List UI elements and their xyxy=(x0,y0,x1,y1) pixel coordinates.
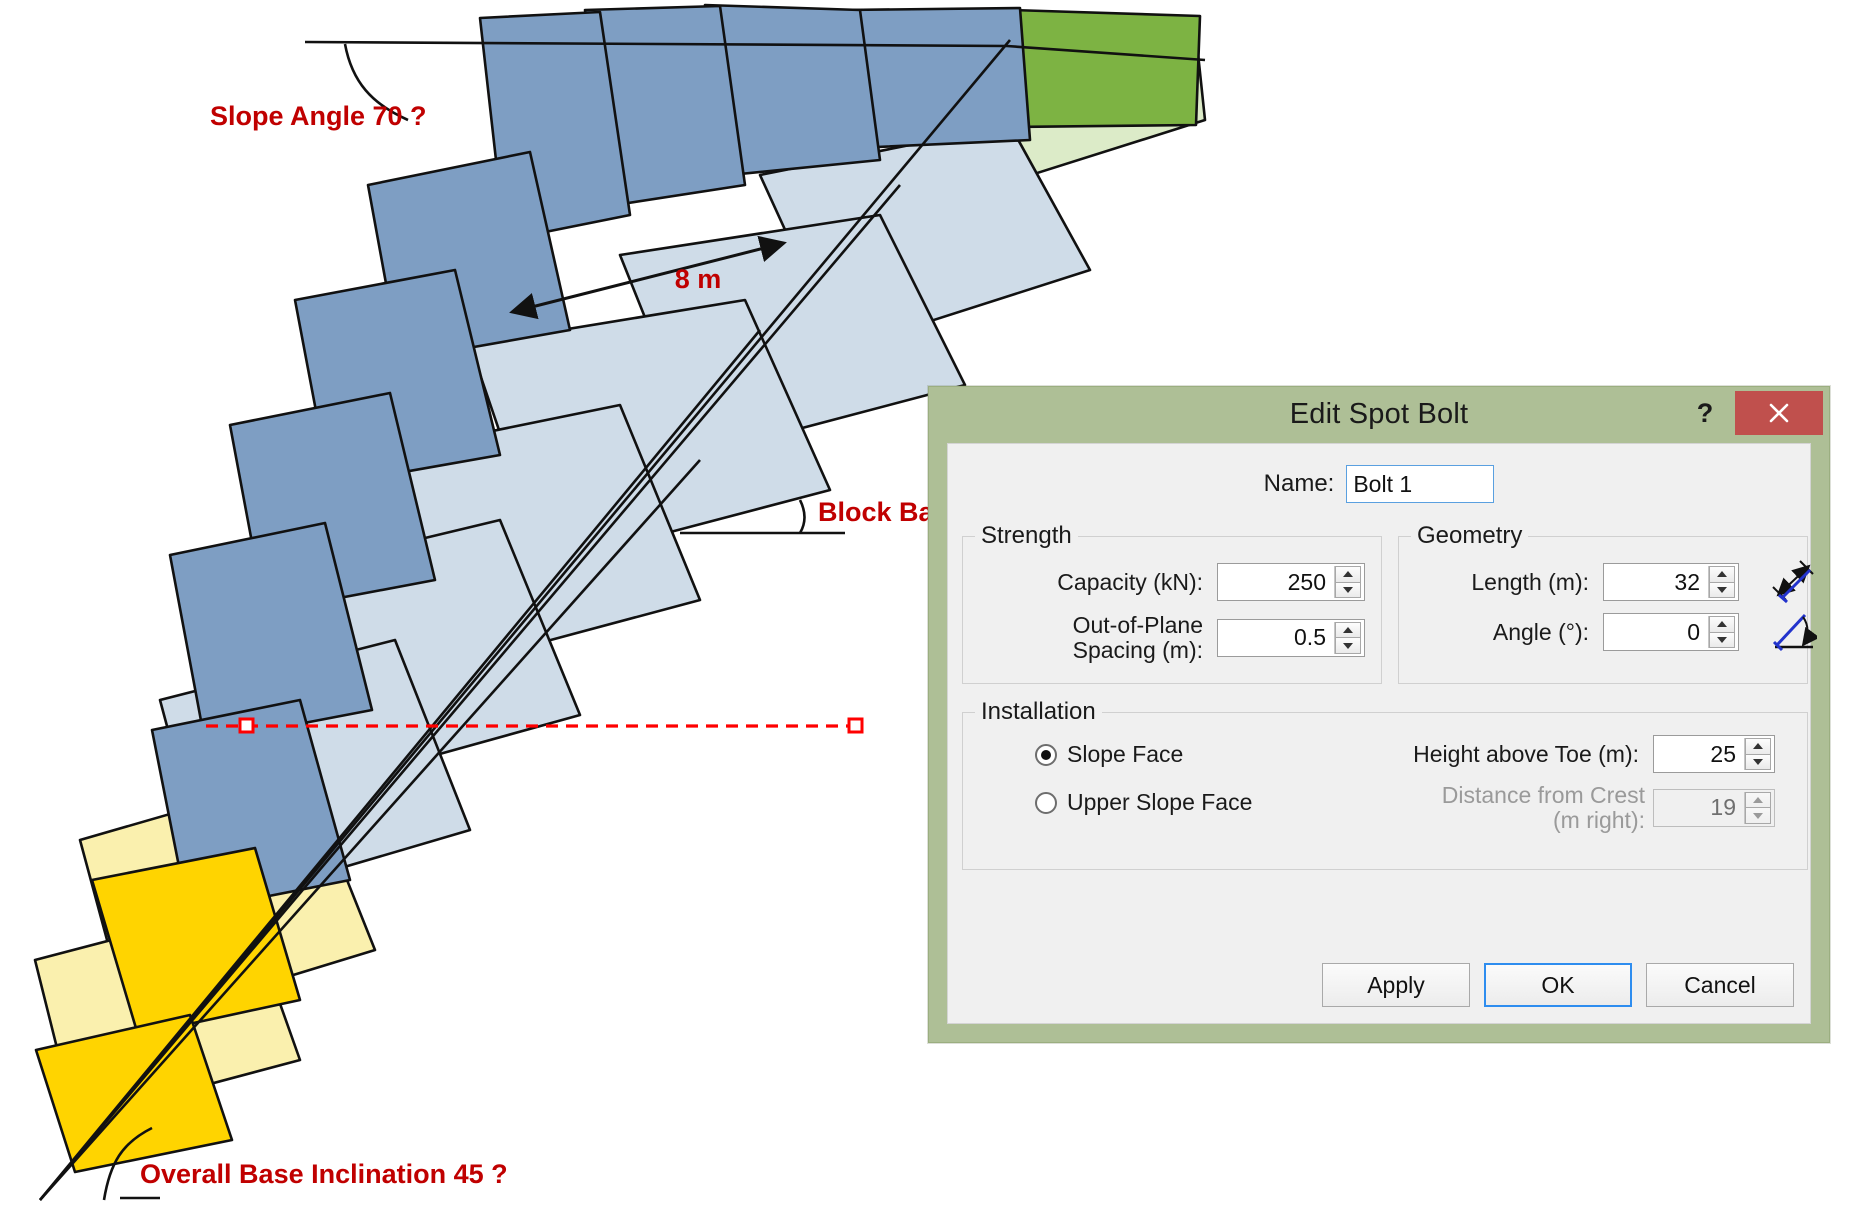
dialog-body: Name: Strength Capacity (kN): Out-of-Pla… xyxy=(947,443,1811,1024)
distance-from-crest-row: Distance from Crest (m right): xyxy=(1263,783,1775,833)
length-label: Length (m): xyxy=(1471,570,1589,595)
length-spin-buttons[interactable] xyxy=(1708,566,1735,598)
slope-face-label: Slope Face xyxy=(1067,741,1183,768)
out-of-plane-row: Out-of-Plane Spacing (m): xyxy=(981,613,1365,663)
apply-button[interactable]: Apply xyxy=(1322,963,1470,1007)
name-input[interactable] xyxy=(1346,465,1494,503)
out-of-plane-spin-up[interactable] xyxy=(1335,622,1361,639)
distance-from-crest-spin-up xyxy=(1745,792,1771,809)
length-row: Length (m): xyxy=(1409,563,1739,601)
strength-group-title: Strength xyxy=(975,522,1078,550)
height-above-toe-input[interactable] xyxy=(1654,736,1744,772)
upper-slope-face-radio-icon[interactable] xyxy=(1035,792,1057,814)
geometry-group: Geometry Length (m): Angl xyxy=(1398,536,1808,684)
overall-base-label: Overall Base Inclination 45 ? xyxy=(140,1159,508,1189)
capacity-spin-up[interactable] xyxy=(1335,566,1361,583)
height-above-toe-spin-down[interactable] xyxy=(1745,755,1771,771)
name-label: Name: xyxy=(1264,470,1335,498)
upper-slope-face-label: Upper Slope Face xyxy=(1067,789,1252,816)
spacing-label: 8 m xyxy=(675,264,722,294)
height-above-toe-label: Height above Toe (m): xyxy=(1413,742,1639,767)
bolt-length-icon[interactable] xyxy=(1769,557,1817,605)
installation-group: Installation Slope Face Upper Slope Face… xyxy=(962,712,1808,870)
distance-from-crest-label: Distance from Crest (m right): xyxy=(1442,783,1645,833)
close-button[interactable] xyxy=(1735,391,1823,435)
ok-button[interactable]: OK xyxy=(1484,963,1632,1007)
angle-spin-down[interactable] xyxy=(1709,633,1735,649)
capacity-input[interactable] xyxy=(1218,564,1334,600)
height-above-toe-row: Height above Toe (m): xyxy=(1263,735,1775,773)
dialog-button-bar: Apply OK Cancel xyxy=(1322,963,1794,1007)
length-input[interactable] xyxy=(1604,564,1708,600)
edit-spot-bolt-dialog: Edit Spot Bolt ? Name: Strength Capacity… xyxy=(928,386,1830,1043)
angle-stepper[interactable] xyxy=(1603,613,1739,651)
strength-group: Strength Capacity (kN): Out-of-Plane Spa… xyxy=(962,536,1382,684)
height-above-toe-stepper[interactable] xyxy=(1653,735,1775,773)
length-spin-up[interactable] xyxy=(1709,566,1735,583)
slope-face-radio-icon[interactable] xyxy=(1035,744,1057,766)
angle-row: Angle (°): xyxy=(1409,613,1739,651)
angle-spin-up[interactable] xyxy=(1709,616,1735,633)
angle-label: Angle (°): xyxy=(1493,620,1589,645)
distance-from-crest-spin-buttons xyxy=(1744,792,1771,824)
length-stepper[interactable] xyxy=(1603,563,1739,601)
out-of-plane-spin-down[interactable] xyxy=(1335,638,1361,654)
distance-from-crest-input xyxy=(1654,790,1744,826)
radio-upper-slope-face[interactable]: Upper Slope Face xyxy=(1035,789,1252,816)
out-of-plane-stepper[interactable] xyxy=(1217,619,1365,657)
capacity-label: Capacity (kN): xyxy=(1057,570,1203,595)
help-icon[interactable]: ? xyxy=(1685,391,1725,435)
height-above-toe-spin-up[interactable] xyxy=(1745,738,1771,755)
height-above-toe-spin-buttons[interactable] xyxy=(1744,738,1771,770)
block-green xyxy=(1006,10,1200,127)
out-of-plane-label: Out-of-Plane Spacing (m): xyxy=(1073,613,1203,663)
capacity-stepper[interactable] xyxy=(1217,563,1365,601)
capacity-spin-down[interactable] xyxy=(1335,583,1361,599)
out-of-plane-spin-buttons[interactable] xyxy=(1334,622,1361,654)
distance-from-crest-spin-down xyxy=(1745,808,1771,824)
dialog-titlebar[interactable]: Edit Spot Bolt ? xyxy=(929,387,1829,443)
out-of-plane-input[interactable] xyxy=(1218,620,1334,656)
capacity-spin-buttons[interactable] xyxy=(1334,566,1361,598)
capacity-row: Capacity (kN): xyxy=(981,563,1365,601)
radio-slope-face[interactable]: Slope Face xyxy=(1035,741,1183,768)
installation-group-title: Installation xyxy=(975,698,1102,726)
angle-input[interactable] xyxy=(1604,614,1708,650)
length-spin-down[interactable] xyxy=(1709,583,1735,599)
cancel-button[interactable]: Cancel xyxy=(1646,963,1794,1007)
slope-angle-label: Slope Angle 70 ? xyxy=(210,101,427,131)
bolt-angle-icon[interactable] xyxy=(1769,607,1817,655)
distance-from-crest-stepper xyxy=(1653,789,1775,827)
geometry-group-title: Geometry xyxy=(1411,522,1528,550)
angle-spin-buttons[interactable] xyxy=(1708,616,1735,648)
name-row: Name: xyxy=(948,464,1810,504)
close-icon xyxy=(1766,400,1792,426)
